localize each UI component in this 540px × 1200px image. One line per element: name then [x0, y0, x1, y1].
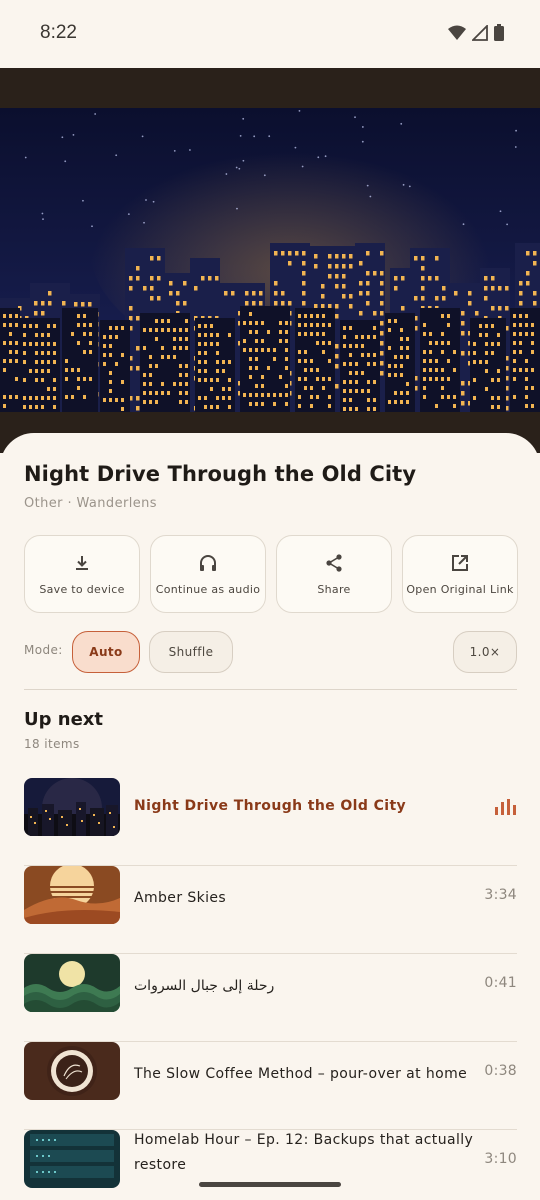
- home-indicator[interactable]: [199, 1182, 341, 1187]
- save-to-device-button[interactable]: Save to device: [24, 535, 140, 613]
- details-sheet: Night Drive Through the Old City Other ·…: [0, 433, 540, 1200]
- up-next-title: Up next: [24, 709, 104, 730]
- up-next-count: 18 items: [24, 737, 80, 751]
- list-item-title: Night Drive Through the Old City: [134, 798, 407, 814]
- video-meta: Other · Wanderlens: [24, 496, 157, 511]
- download-icon: [76, 555, 88, 570]
- action-row: Save to device Continue as audio Share O…: [24, 535, 518, 613]
- list-item-title: رحلة إلى جبال السروات: [134, 978, 275, 994]
- thumbnail-server-rack: [24, 1130, 120, 1188]
- list-item-title: Homelab Hour – Ep. 12: Backups that actu…: [134, 1132, 474, 1173]
- list-item-title: The Slow Coffee Method – pour-over at ho…: [134, 1066, 468, 1082]
- share-icon: [326, 553, 342, 572]
- thumbnail-green-mountains: [24, 954, 120, 1012]
- list-item-now-playing[interactable]: Night Drive Through the Old City: [24, 778, 517, 866]
- thumbnail-amber-sunset: [24, 866, 120, 924]
- battery-icon: [494, 24, 504, 41]
- video-player[interactable]: [0, 68, 540, 453]
- list-item[interactable]: The Slow Coffee Method – pour-over at ho…: [24, 1042, 517, 1130]
- continue-as-audio-button[interactable]: Continue as audio: [150, 535, 266, 613]
- action-label: Share: [317, 582, 351, 596]
- list-item-duration: 3:10: [484, 1151, 517, 1167]
- video-frame-city-night: [0, 108, 540, 412]
- action-label: Continue as audio: [155, 582, 261, 596]
- cell-signal-icon: [472, 24, 488, 41]
- mode-auto-chip[interactable]: Auto: [72, 631, 140, 673]
- thumbnail-city: [24, 778, 120, 836]
- list-item-title: Amber Skies: [134, 890, 227, 906]
- mode-label: Mode:: [24, 643, 63, 657]
- list-item[interactable]: رحلة إلى جبال السروات 0:41: [24, 954, 517, 1042]
- share-button[interactable]: Share: [276, 535, 392, 613]
- mode-shuffle-chip[interactable]: Shuffle: [149, 631, 233, 673]
- thumbnail-coffee: [24, 1042, 120, 1100]
- list-item-duration: 0:41: [484, 975, 517, 991]
- list-item-duration: 3:34: [484, 887, 517, 903]
- open-external-icon: [452, 554, 468, 571]
- status-time: 8:22: [40, 22, 77, 43]
- open-original-link-button[interactable]: Open Original Link: [402, 535, 518, 613]
- equalizer-icon: [495, 799, 516, 815]
- playback-speed-chip[interactable]: 1.0×: [453, 631, 517, 673]
- list-item[interactable]: Homelab Hour – Ep. 12: Backups that actu…: [24, 1130, 517, 1200]
- list-item[interactable]: Amber Skies 3:34: [24, 866, 517, 954]
- action-label: Save to device: [39, 582, 125, 596]
- headphones-icon: [200, 554, 216, 571]
- wifi-icon: [448, 25, 466, 40]
- list-item-duration: 0:38: [484, 1063, 517, 1079]
- status-icons: [448, 24, 504, 41]
- video-title: Night Drive Through the Old City: [24, 462, 417, 486]
- status-bar: 8:22: [0, 0, 540, 68]
- divider: [24, 689, 517, 690]
- action-label: Open Original Link: [406, 582, 514, 596]
